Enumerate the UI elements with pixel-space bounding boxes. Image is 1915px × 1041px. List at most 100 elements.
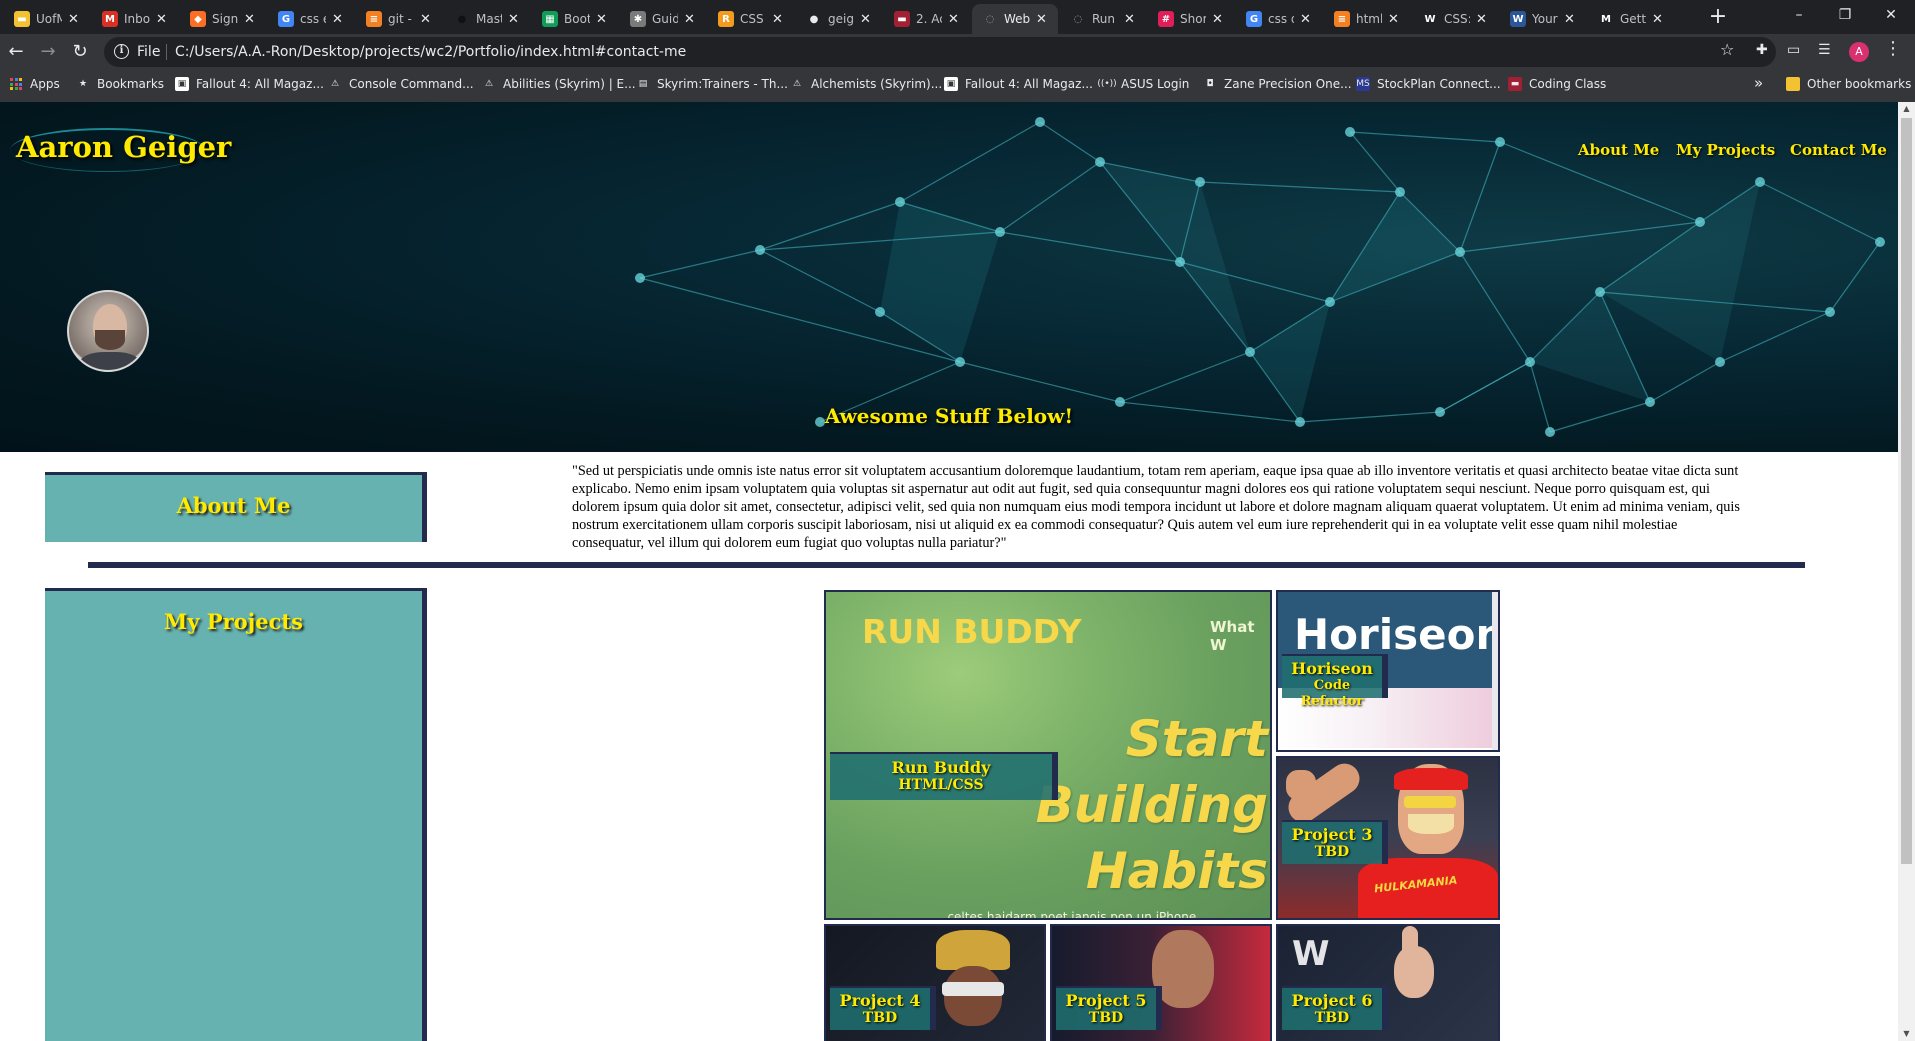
address-url[interactable]: C:/Users/A.A.-Ron/Desktop/projects/wc2/P… bbox=[175, 44, 686, 60]
project-6-face bbox=[1394, 946, 1434, 998]
close-tab-icon[interactable]: ✕ bbox=[332, 12, 343, 27]
close-tab-icon[interactable]: ✕ bbox=[772, 12, 783, 27]
nav-my-projects[interactable]: My Projects bbox=[1676, 141, 1775, 159]
reload-icon[interactable]: ↻ bbox=[67, 39, 93, 65]
close-tab-icon[interactable]: ✕ bbox=[420, 12, 431, 27]
gitlab-icon: ◆ bbox=[190, 11, 206, 27]
network-node bbox=[1875, 237, 1885, 247]
bookmark-label: StockPlan Connect... bbox=[1377, 77, 1501, 91]
bookmark-item[interactable]: ★ Bookmarks bbox=[76, 77, 164, 91]
browser-tab[interactable]: ✱ Guid ✕ bbox=[620, 4, 706, 34]
bookmark-item[interactable]: MS StockPlan Connect... bbox=[1356, 77, 1501, 91]
media-control-icon[interactable]: ☰ bbox=[1818, 42, 1831, 58]
browser-tab[interactable]: W CSS: ✕ bbox=[1412, 4, 1498, 34]
close-tab-icon[interactable]: ✕ bbox=[1124, 12, 1135, 27]
scroll-up-arrow-icon[interactable]: ▲ bbox=[1898, 102, 1915, 116]
tab-title: Run bbox=[1092, 12, 1116, 26]
extensions-icon[interactable]: ✚ bbox=[1756, 42, 1768, 58]
uesp-icon: ▤ bbox=[638, 79, 648, 89]
skyrim-icon: ⚠ bbox=[484, 79, 494, 89]
close-tab-icon[interactable]: ✕ bbox=[860, 12, 871, 27]
browser-tab[interactable]: M Inbox ✕ bbox=[92, 4, 178, 34]
project-card-5[interactable]: Project 5 TBD bbox=[1050, 924, 1272, 1041]
bug-icon: ✱ bbox=[630, 11, 646, 27]
other-bookmarks[interactable]: Other bookmarks bbox=[1786, 77, 1911, 91]
network-node bbox=[895, 197, 905, 207]
close-tab-icon[interactable]: ✕ bbox=[1212, 12, 1223, 27]
bookmark-star-icon[interactable]: ☆ bbox=[1720, 40, 1734, 59]
bookmarks-overflow-icon[interactable]: » bbox=[1754, 74, 1763, 92]
close-tab-icon[interactable]: ✕ bbox=[1388, 12, 1399, 27]
browser-tab[interactable]: ◌ Run ✕ bbox=[1060, 4, 1146, 34]
forward-icon[interactable]: → bbox=[35, 39, 61, 65]
bookmark-item[interactable]: ▣ Fallout 4: All Magaz... bbox=[944, 77, 1093, 91]
restore-button[interactable]: ❐ bbox=[1822, 0, 1868, 32]
close-tab-icon[interactable]: ✕ bbox=[244, 12, 255, 27]
back-icon[interactable]: ← bbox=[3, 39, 29, 65]
bookmark-item[interactable]: Apps bbox=[10, 77, 60, 91]
skyrim-icon: ⚠ bbox=[792, 79, 802, 89]
close-tab-icon[interactable]: ✕ bbox=[508, 12, 519, 27]
browser-tab[interactable]: ≡ git - ✕ bbox=[356, 4, 442, 34]
project-card-4[interactable]: Project 4 TBD bbox=[824, 924, 1046, 1041]
tab-title: UofM bbox=[36, 12, 62, 26]
scrollbar-thumb[interactable] bbox=[1901, 118, 1912, 864]
nav-contact-me[interactable]: Contact Me bbox=[1790, 141, 1887, 159]
browser-tab[interactable]: ◌ Web ✕ bbox=[972, 4, 1058, 34]
browser-tab[interactable]: ▦ Boot ✕ bbox=[532, 4, 618, 34]
stackoverflow-icon: ≡ bbox=[366, 11, 382, 27]
network-node bbox=[1325, 297, 1335, 307]
browser-tab[interactable]: M Gett ✕ bbox=[1588, 4, 1674, 34]
browser-tab[interactable]: Gcss e ✕ bbox=[268, 4, 354, 34]
browser-tab[interactable]: W Your ✕ bbox=[1500, 4, 1586, 34]
new-tab-button[interactable]: + bbox=[1704, 4, 1732, 32]
project-card-horiseon[interactable]: Horiseon Horiseon Code Refactor bbox=[1276, 590, 1500, 752]
network-node bbox=[1695, 217, 1705, 227]
browser-tab[interactable]: # Shor ✕ bbox=[1148, 4, 1234, 34]
browser-tab[interactable]: Gcss d ✕ bbox=[1236, 4, 1322, 34]
browser-tab[interactable]: ● Mast ✕ bbox=[444, 4, 530, 34]
scroll-down-arrow-icon[interactable]: ▼ bbox=[1898, 1027, 1915, 1041]
browser-tab[interactable]: ▬ 2. Ac ✕ bbox=[884, 4, 970, 34]
browser-tab[interactable]: ◆ Sign ✕ bbox=[180, 4, 266, 34]
project-card-run-buddy[interactable]: RUN BUDDY What W Start Building Habits .… bbox=[824, 590, 1272, 920]
browser-tab[interactable]: ▬ UofM ✕ bbox=[4, 4, 90, 34]
bookmark-item[interactable]: ▣ Fallout 4: All Magaz... bbox=[175, 77, 324, 91]
network-line bbox=[639, 249, 761, 279]
bookmark-label: Bookmarks bbox=[97, 77, 165, 91]
project-card-3[interactable]: HULKAMANIA Project 3 TBD bbox=[1276, 756, 1500, 920]
browser-tab[interactable]: ≡ html ✕ bbox=[1324, 4, 1410, 34]
bookmark-item[interactable]: ⚠ Alchemists (Skyrim)... bbox=[790, 77, 942, 91]
close-tab-icon[interactable]: ✕ bbox=[1564, 12, 1575, 27]
bookmark-item[interactable]: ◘ Zane Precision One... bbox=[1203, 77, 1351, 91]
menu-kebab-icon[interactable]: ⋮ bbox=[1884, 38, 1902, 59]
close-tab-icon[interactable]: ✕ bbox=[1300, 12, 1311, 27]
bookmark-item[interactable]: ⚠ Console Command... bbox=[328, 77, 474, 91]
nav-about-me[interactable]: About Me bbox=[1578, 141, 1659, 159]
bookmark-item[interactable]: ▬ Coding Class bbox=[1508, 77, 1606, 91]
close-tab-icon[interactable]: ✕ bbox=[596, 12, 607, 27]
info-icon[interactable]: i bbox=[114, 44, 129, 59]
browser-tab[interactable]: ● geig ✕ bbox=[796, 4, 882, 34]
close-tab-icon[interactable]: ✕ bbox=[684, 12, 695, 27]
network-line bbox=[1759, 181, 1881, 243]
close-tab-icon[interactable]: ✕ bbox=[1036, 12, 1047, 27]
close-window-button[interactable]: ✕ bbox=[1868, 0, 1914, 32]
profile-avatar[interactable]: A bbox=[1849, 42, 1869, 62]
bookmark-item[interactable]: ▤ Skyrim:Trainers - Th... bbox=[636, 77, 788, 91]
browser-tab[interactable]: R CSS ✕ bbox=[708, 4, 794, 34]
close-tab-icon[interactable]: ✕ bbox=[68, 12, 79, 27]
close-tab-icon[interactable]: ✕ bbox=[948, 12, 959, 27]
site-title[interactable]: Aaron Geiger bbox=[16, 130, 231, 164]
close-tab-icon[interactable]: ✕ bbox=[156, 12, 167, 27]
project-card-6[interactable]: W Project 6 TBD bbox=[1276, 924, 1500, 1041]
address-bar[interactable]: i File C:/Users/A.A.-Ron/Desktop/project… bbox=[104, 37, 1776, 67]
cast-icon[interactable]: ▭ bbox=[1787, 42, 1800, 58]
bookmark-item[interactable]: ((•)) ASUS Login bbox=[1097, 77, 1189, 91]
tab-title: CSS bbox=[740, 12, 764, 26]
sheets-icon: ▦ bbox=[542, 11, 558, 27]
minimize-button[interactable]: – bbox=[1776, 0, 1822, 32]
close-tab-icon[interactable]: ✕ bbox=[1476, 12, 1487, 27]
close-tab-icon[interactable]: ✕ bbox=[1652, 12, 1663, 27]
bookmark-item[interactable]: ⚠ Abilities (Skyrim) | E... bbox=[482, 77, 636, 91]
